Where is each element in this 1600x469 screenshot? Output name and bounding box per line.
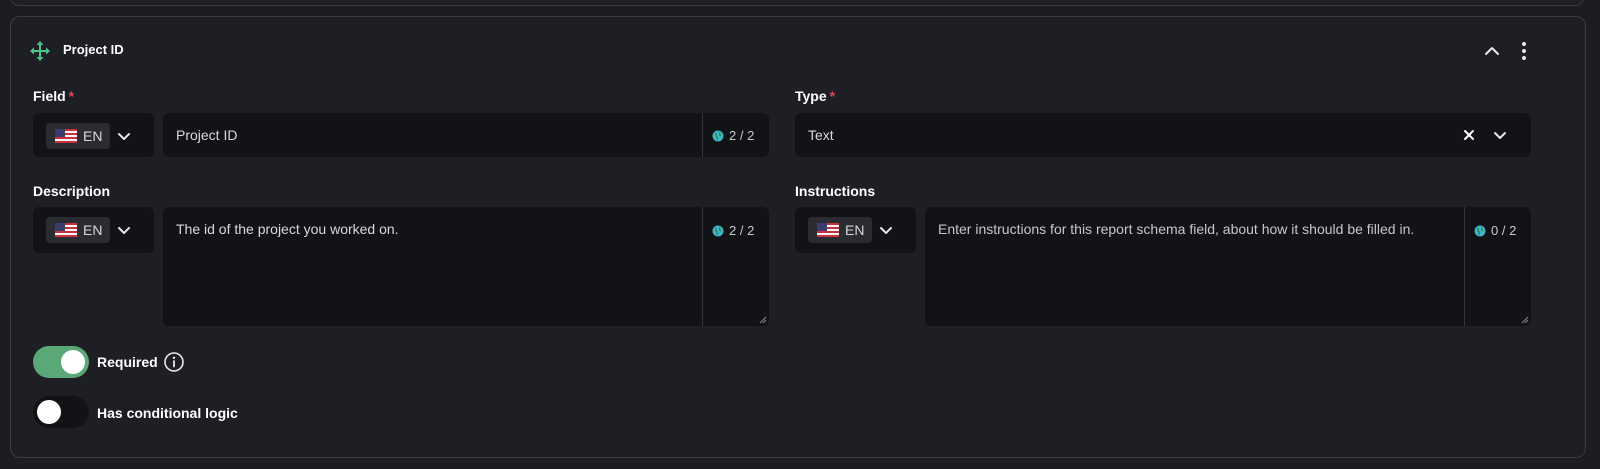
required-toggle-label: Required (97, 354, 158, 370)
language-code: EN (845, 222, 865, 238)
field-name-input[interactable]: Project ID 2 / 2 (163, 113, 769, 157)
previous-card (10, 0, 1584, 6)
instructions-textarea[interactable]: Enter instructions for this report schem… (925, 207, 1531, 326)
description-language-select[interactable]: EN (33, 207, 154, 253)
translation-counter: 2 / 2 (712, 223, 754, 238)
chevron-down-icon[interactable] (115, 221, 133, 239)
description-label: Description (33, 183, 111, 199)
kebab-menu-icon[interactable] (1513, 39, 1535, 63)
language-chip: EN (46, 123, 110, 149)
globe-icon (712, 225, 724, 236)
conditional-logic-label: Has conditional logic (97, 405, 238, 421)
required-toggle[interactable] (33, 346, 89, 378)
instructions-placeholder: Enter instructions for this report schem… (938, 221, 1415, 237)
us-flag-icon (55, 223, 77, 237)
card-header[interactable]: Project ID (11, 17, 1585, 83)
translation-counter: 0 / 2 (1474, 223, 1516, 238)
translation-counter: 2 / 2 (712, 128, 754, 143)
globe-icon (712, 130, 724, 141)
type-label: Type * (795, 88, 836, 104)
field-language-select[interactable]: EN (33, 113, 154, 157)
language-code: EN (83, 222, 103, 238)
toggle-knob (37, 400, 61, 424)
language-chip: EN (808, 217, 872, 243)
divider (1464, 207, 1465, 326)
clear-icon[interactable] (1462, 128, 1476, 142)
chevron-down-icon[interactable] (1491, 126, 1509, 144)
field-name-value: Project ID (176, 127, 238, 143)
required-mark: * (68, 88, 75, 104)
conditional-logic-toggle[interactable] (33, 396, 89, 428)
chevron-up-icon[interactable] (1481, 40, 1503, 62)
toggle-knob (61, 350, 85, 374)
description-textarea[interactable]: The id of the project you worked on. 2 /… (163, 207, 769, 326)
card-title: Project ID (63, 42, 124, 57)
info-icon[interactable] (163, 351, 185, 373)
globe-icon (1474, 225, 1486, 236)
us-flag-icon (55, 129, 77, 143)
type-value: Text (808, 127, 834, 143)
instructions-label: Instructions (795, 183, 876, 199)
chevron-down-icon[interactable] (115, 127, 133, 145)
move-icon[interactable] (30, 41, 50, 61)
required-mark: * (829, 88, 836, 104)
divider (702, 207, 703, 326)
resize-handle-icon[interactable] (1521, 316, 1529, 324)
divider (702, 113, 703, 157)
chevron-down-icon[interactable] (877, 221, 895, 239)
us-flag-icon (817, 223, 839, 237)
language-chip: EN (46, 217, 110, 243)
instructions-language-select[interactable]: EN (795, 207, 916, 253)
resize-handle-icon[interactable] (759, 316, 767, 324)
description-value: The id of the project you worked on. (176, 221, 399, 237)
language-code: EN (83, 128, 103, 144)
type-select[interactable]: Text (795, 113, 1531, 157)
field-label: Field * (33, 88, 75, 104)
